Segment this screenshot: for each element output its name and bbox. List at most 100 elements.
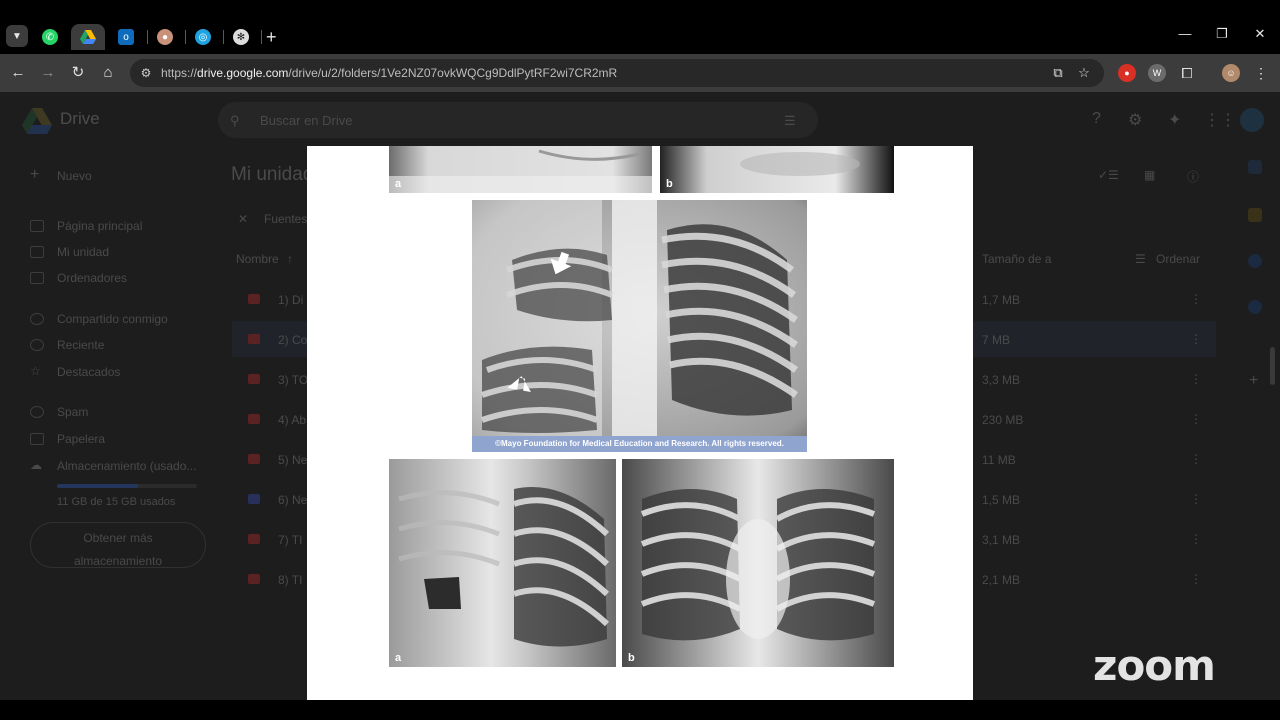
file-name[interactable]: 5) Ne xyxy=(278,453,307,467)
sort-button[interactable]: Ordenar xyxy=(1156,252,1200,266)
more-actions-icon[interactable]: ⋮ xyxy=(1190,572,1202,586)
xray-top-panel-a: a xyxy=(389,146,652,193)
drive-search-bar[interactable]: ⚲ Buscar en Drive ☰ xyxy=(218,102,818,138)
calendar-icon[interactable] xyxy=(1248,160,1262,174)
sort-arrow-icon[interactable]: ↑ xyxy=(287,252,293,266)
sidebar-item-computers[interactable]: Ordenadores xyxy=(57,271,127,285)
url-text[interactable]: https://drive.google.com/drive/u/2/folde… xyxy=(161,66,617,80)
extensions-puzzle-icon[interactable]: ⧠ xyxy=(1178,64,1196,82)
brain-icon: ● xyxy=(157,29,173,45)
tab-sync[interactable]: ◎ xyxy=(186,24,220,50)
tab-brain[interactable]: ● xyxy=(148,24,182,50)
sidebar-item-trash[interactable]: Papelera xyxy=(57,432,105,446)
help-icon[interactable]: ? xyxy=(1092,110,1101,128)
bookmark-star-icon[interactable]: ☆ xyxy=(1076,65,1092,81)
file-name[interactable]: 7) TI xyxy=(278,533,302,547)
tab-outlook[interactable]: o xyxy=(109,24,143,50)
file-name[interactable]: 3) TO xyxy=(278,373,308,387)
more-actions-icon[interactable]: ⋮ xyxy=(1190,532,1202,546)
recent-clock-icon xyxy=(30,339,44,351)
filter-chip[interactable]: Fuentes xyxy=(264,212,307,226)
more-actions-icon[interactable]: ⋮ xyxy=(1190,412,1202,426)
sort-options-icon[interactable]: ☰ xyxy=(1135,252,1146,266)
sidebar-item-starred[interactable]: Destacados xyxy=(57,365,120,379)
image-copyright-caption: ©Mayo Foundation for Medical Education a… xyxy=(472,436,807,452)
sidebar-item-home[interactable]: Página principal xyxy=(57,219,142,233)
clear-filter-icon[interactable]: ✕ xyxy=(238,212,248,226)
my-drive-icon xyxy=(30,246,44,258)
file-name[interactable]: 2) Co xyxy=(278,333,307,347)
add-addon-icon[interactable]: + xyxy=(1249,372,1258,390)
install-app-icon[interactable]: ⧉ xyxy=(1050,65,1066,81)
back-icon[interactable]: ← xyxy=(8,63,28,83)
spam-icon xyxy=(30,406,44,418)
whatsapp-icon: ✆ xyxy=(42,29,58,45)
column-header-name[interactable]: Nombre xyxy=(236,252,279,266)
list-view-toggle-icon[interactable]: ✓☰ xyxy=(1098,168,1119,182)
details-info-icon[interactable]: ⓘ xyxy=(1187,168,1199,185)
browser-tab-strip: ▼ ✆ o ● ◎ ✻ + — ❐ ✕ xyxy=(0,0,1280,54)
forward-icon[interactable]: → xyxy=(38,63,58,83)
drive-search-input[interactable]: Buscar en Drive xyxy=(260,113,352,128)
gemini-icon[interactable]: ✦ xyxy=(1168,110,1181,130)
get-more-storage-button[interactable]: Obtener más almacenamiento xyxy=(30,522,206,568)
pdf-file-icon xyxy=(248,294,260,304)
apps-grid-icon[interactable]: ⋮⋮ xyxy=(1204,110,1236,130)
new-tab-button[interactable]: + xyxy=(266,27,277,47)
trash-icon xyxy=(30,433,44,445)
url-host: drive.google.com xyxy=(197,66,289,80)
pdf-file-icon xyxy=(248,574,260,584)
new-plus-icon: + xyxy=(30,166,40,183)
chatgpt-icon: ✻ xyxy=(233,29,249,45)
restore-button[interactable]: ❐ xyxy=(1212,26,1232,42)
tasks-icon[interactable] xyxy=(1248,254,1262,268)
account-avatar[interactable] xyxy=(1240,108,1264,132)
url-scheme: https:// xyxy=(161,66,198,80)
settings-gear-icon[interactable]: ⚙ xyxy=(1128,110,1142,130)
get-storage-line-2: almacenamiento xyxy=(73,554,163,568)
tab-chatgpt[interactable]: ✻ xyxy=(224,24,258,50)
tab-search-button[interactable]: ▼ xyxy=(6,25,28,47)
more-actions-icon[interactable]: ⋮ xyxy=(1190,372,1202,386)
column-header-size[interactable]: Tamaño de a xyxy=(982,252,1051,266)
more-actions-icon[interactable]: ⋮ xyxy=(1190,452,1202,466)
grid-view-icon[interactable]: ▦ xyxy=(1144,168,1155,182)
more-actions-icon[interactable]: ⋮ xyxy=(1190,492,1202,506)
address-bar[interactable]: ⚙ https://drive.google.com/drive/u/2/fol… xyxy=(130,59,1104,87)
cloud-icon: ☁ xyxy=(30,458,42,472)
profile-avatar[interactable]: ☺ xyxy=(1222,64,1240,82)
sidebar-item-my-drive[interactable]: Mi unidad xyxy=(57,245,109,259)
new-button[interactable]: Nuevo xyxy=(57,169,92,183)
more-actions-icon[interactable]: ⋮ xyxy=(1190,292,1202,306)
site-info-icon[interactable]: ⚙ xyxy=(138,65,154,81)
sidebar-item-recent[interactable]: Reciente xyxy=(57,338,104,352)
sidebar-item-spam[interactable]: Spam xyxy=(57,405,88,419)
file-name[interactable]: 4) Ab xyxy=(278,413,306,427)
tab-google-drive[interactable] xyxy=(71,24,105,50)
extension-red-icon[interactable]: ● xyxy=(1118,64,1136,82)
minimize-button[interactable]: — xyxy=(1175,26,1195,41)
drive-app-name: Drive xyxy=(60,109,100,128)
sidebar-item-shared[interactable]: Compartido conmigo xyxy=(57,312,168,326)
scrollbar[interactable] xyxy=(1270,347,1275,385)
browser-menu-icon[interactable]: ⋮ xyxy=(1252,64,1270,82)
contacts-icon[interactable] xyxy=(1248,300,1262,314)
file-name[interactable]: 1) Di xyxy=(278,293,303,307)
home-icon[interactable]: ⌂ xyxy=(98,63,118,83)
more-actions-icon[interactable]: ⋮ xyxy=(1190,332,1202,346)
search-options-icon[interactable]: ☰ xyxy=(784,113,796,129)
pdf-file-icon xyxy=(248,334,260,344)
storage-usage-text: 11 GB de 15 GB usados xyxy=(57,496,176,508)
page-title: Mi unidad xyxy=(231,164,314,185)
file-name[interactable]: 6) Ne xyxy=(278,493,307,507)
extension-w-icon[interactable]: W xyxy=(1148,64,1166,82)
file-size: 3,1 MB xyxy=(982,533,1021,547)
keep-icon[interactable] xyxy=(1248,208,1262,222)
sidebar-item-storage[interactable]: Almacenamiento (usado... xyxy=(57,459,196,473)
pdf-file-icon xyxy=(248,454,260,464)
close-button[interactable]: ✕ xyxy=(1250,26,1270,42)
pdf-file-icon xyxy=(248,414,260,424)
reload-icon[interactable]: ↻ xyxy=(68,63,88,83)
tab-whatsapp[interactable]: ✆ xyxy=(33,24,67,50)
file-name[interactable]: 8) TI xyxy=(278,573,302,587)
